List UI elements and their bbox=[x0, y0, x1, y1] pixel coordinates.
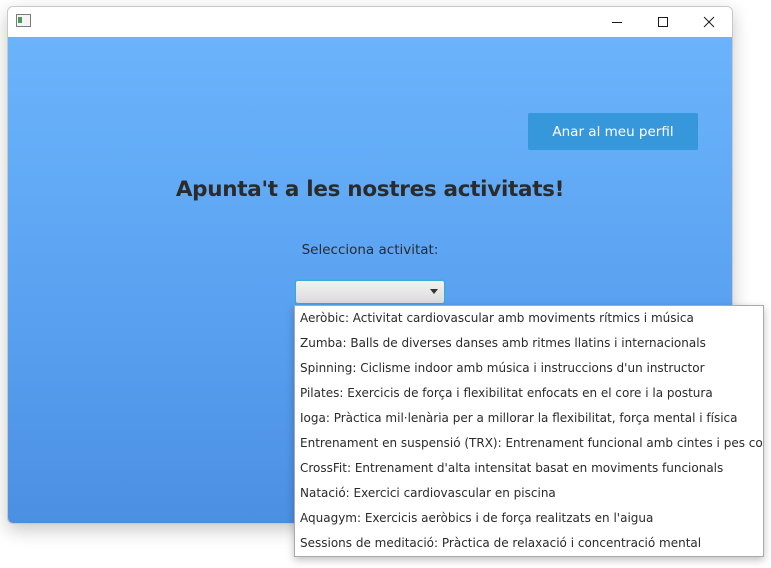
minimize-button[interactable] bbox=[594, 7, 640, 37]
dropdown-option-trx[interactable]: Entrenament en suspensió (TRX): Entrenam… bbox=[295, 431, 763, 456]
dropdown-option-meditacio[interactable]: Sessions de meditació: Pràctica de relax… bbox=[295, 531, 763, 556]
profile-button-label: Anar al meu perfil bbox=[552, 123, 674, 140]
title-bar[interactable] bbox=[8, 7, 732, 37]
dropdown-option-spinning[interactable]: Spinning: Ciclisme indoor amb música i i… bbox=[295, 356, 763, 381]
dropdown-option-pilates[interactable]: Pilates: Exercicis de força i flexibilit… bbox=[295, 381, 763, 406]
minimize-icon bbox=[612, 22, 622, 23]
activity-select-label: Selecciona activitat: bbox=[301, 242, 439, 258]
dropdown-option-zumba[interactable]: Zumba: Balls de diverses danses amb ritm… bbox=[295, 331, 763, 356]
page-title: Apunta't a les nostres activitats! bbox=[175, 177, 565, 202]
maximize-button[interactable] bbox=[640, 7, 686, 37]
close-button[interactable] bbox=[686, 7, 732, 37]
dropdown-option-natacio[interactable]: Natació: Exercici cardiovascular en pisc… bbox=[295, 481, 763, 506]
dropdown-option-aerobic[interactable]: Aeròbic: Activitat cardiovascular amb mo… bbox=[295, 306, 763, 331]
dropdown-option-crossfit[interactable]: CrossFit: Entrenament d'alta intensitat … bbox=[295, 456, 763, 481]
app-window-icon bbox=[16, 14, 31, 27]
dropdown-option-ioga[interactable]: Ioga: Pràctica mil·lenària per a millora… bbox=[295, 406, 763, 431]
maximize-icon bbox=[658, 17, 668, 27]
close-icon bbox=[703, 16, 715, 28]
chevron-down-icon[interactable] bbox=[430, 289, 438, 294]
activity-dropdown-list: Aeròbic: Activitat cardiovascular amb mo… bbox=[294, 305, 764, 557]
activity-combobox[interactable] bbox=[295, 280, 445, 304]
go-to-profile-button[interactable]: Anar al meu perfil bbox=[528, 113, 698, 150]
dropdown-option-aquagym[interactable]: Aquagym: Exercicis aeròbics i de força r… bbox=[295, 506, 763, 531]
